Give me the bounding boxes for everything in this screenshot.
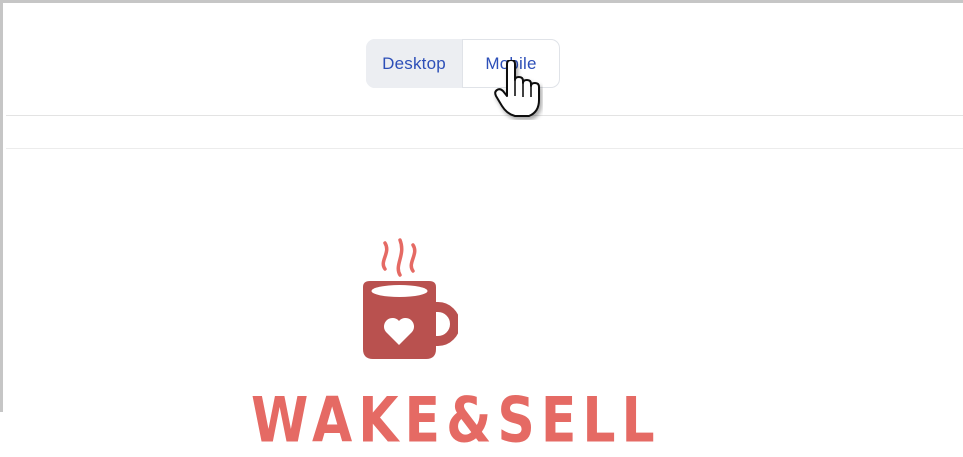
preview-toolbar: Desktop Mobile [6, 6, 963, 116]
desktop-view-button[interactable]: Desktop [366, 39, 462, 88]
hand-pointer-icon [493, 59, 543, 125]
preview-subbar [6, 116, 963, 149]
coffee-mug-heart-icon [358, 235, 460, 368]
email-preview-area [6, 149, 963, 412]
brand-wordmark: WAKE&SELL [251, 385, 661, 457]
editor-frame: Desktop Mobile WAKE&SELL [0, 0, 963, 457]
